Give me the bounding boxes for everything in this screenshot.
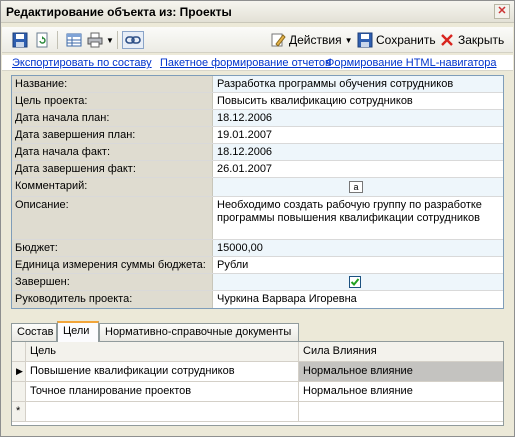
property-row[interactable]: Бюджет: 15000,00 <box>12 240 503 257</box>
property-label: Цель проекта: <box>12 93 213 109</box>
link-bar: Экспортировать по составу Пакетное форми… <box>2 55 513 71</box>
html-navigator-link[interactable]: Формирование HTML-навигатора <box>326 57 496 69</box>
property-row[interactable]: Дата начала план: 18.12.2006 <box>12 110 503 127</box>
chevron-down-icon: ▼ <box>106 35 114 45</box>
window-close-button[interactable]: ✕ <box>494 4 510 19</box>
property-label: Единица измерения суммы бюджета: <box>12 257 213 273</box>
property-row[interactable]: Завершен: <box>12 274 503 291</box>
property-label: Дата завершения факт: <box>12 161 213 177</box>
chain-link-icon <box>125 32 141 48</box>
tab-goals[interactable]: Цели <box>57 321 99 342</box>
cell-impact[interactable]: Нормальное влияние <box>299 362 503 381</box>
save-label: Сохранить <box>376 33 436 47</box>
completed-checkbox[interactable] <box>349 276 361 288</box>
refresh-button[interactable] <box>34 31 50 49</box>
property-label: Дата начала факт: <box>12 144 213 160</box>
printer-icon <box>87 32 103 48</box>
property-value-budget[interactable]: 15000,00 <box>213 240 503 256</box>
property-value-fact-start[interactable]: 18.12.2006 <box>213 144 503 160</box>
chevron-down-icon: ▼ <box>344 35 353 45</box>
property-row[interactable]: Руководитель проекта: Чуркина Варвара Иг… <box>12 291 503 308</box>
property-value-plan-start[interactable]: 18.12.2006 <box>213 110 503 126</box>
actions-menu-button[interactable]: Действия ▼ <box>270 31 353 49</box>
table-row[interactable]: ▶ Повышение квалификации сотрудников Нор… <box>12 362 503 382</box>
cell-impact[interactable]: Нормальное влияние <box>299 382 503 401</box>
column-header-impact[interactable]: Сила Влияния <box>299 342 503 361</box>
memo-icon[interactable]: a <box>349 181 363 193</box>
tab-composition[interactable]: Состав <box>11 323 57 341</box>
property-label: Дата завершения план: <box>12 127 213 143</box>
floppy-icon <box>12 32 28 48</box>
property-value-completed[interactable] <box>213 274 503 290</box>
table-header: Цель Сила Влияния <box>12 342 503 362</box>
property-row[interactable]: Комментарий: a <box>12 178 503 197</box>
property-row[interactable]: Единица измерения суммы бюджета: Рубли <box>12 257 503 274</box>
property-row[interactable]: Название: Разработка программы обучения … <box>12 76 503 93</box>
link-button[interactable] <box>122 31 144 49</box>
property-label: Завершен: <box>12 274 213 290</box>
toolbar: ▼ Действия ▼ Сохранить Закрыть <box>2 27 513 53</box>
row-indicator <box>12 382 26 401</box>
floppy-icon <box>357 32 373 48</box>
property-row[interactable]: Описание: Необходимо создать рабочую гру… <box>12 197 503 240</box>
property-label: Описание: <box>12 197 213 239</box>
title-bar: Редактирование объекта из: Проекты ✕ <box>1 1 514 23</box>
new-row[interactable]: * <box>12 402 503 422</box>
property-row[interactable]: Цель проекта: Повысить квалификацию сотр… <box>12 93 503 110</box>
edit-object-window: Редактирование объекта из: Проекты ✕ ▼ Д… <box>0 0 515 437</box>
cell-impact-new[interactable] <box>299 402 503 421</box>
header-indicator <box>12 342 26 361</box>
save-button[interactable]: Сохранить <box>357 31 436 49</box>
batch-reports-link[interactable]: Пакетное формирование отчетов <box>160 57 331 69</box>
current-row-arrow-icon: ▶ <box>12 362 26 381</box>
property-row[interactable]: Дата завершения план: 19.01.2007 <box>12 127 503 144</box>
window-title: Редактирование объекта из: Проекты <box>6 5 232 19</box>
property-value-description[interactable]: Необходимо создать рабочую группу по раз… <box>213 197 503 239</box>
property-row[interactable]: Дата завершения факт: 26.01.2007 <box>12 161 503 178</box>
table-icon <box>66 32 82 48</box>
property-value-name[interactable]: Разработка программы обучения сотруднико… <box>213 76 503 92</box>
property-value-comment[interactable]: a <box>213 178 503 196</box>
pencil-edit-icon <box>270 32 286 48</box>
cell-goal[interactable]: Точное планирование проектов <box>26 382 299 401</box>
property-label: Комментарий: <box>12 178 213 196</box>
close-label: Закрыть <box>458 33 505 47</box>
refresh-document-icon <box>34 32 50 48</box>
goals-table: Цель Сила Влияния ▶ Повышение квалификац… <box>11 341 504 426</box>
property-label: Бюджет: <box>12 240 213 256</box>
tab-reference-documents[interactable]: Нормативно-справочные документы <box>99 323 299 341</box>
save-icon-button[interactable] <box>12 31 28 49</box>
property-value-manager[interactable]: Чуркина Варвара Игоревна <box>213 291 503 308</box>
close-button[interactable]: Закрыть <box>439 31 504 49</box>
property-label: Руководитель проекта: <box>12 291 213 308</box>
cell-goal-new[interactable] <box>26 402 299 421</box>
property-value-fact-end[interactable]: 26.01.2007 <box>213 161 503 177</box>
property-value-goal[interactable]: Повысить квалификацию сотрудников <box>213 93 503 109</box>
table-row[interactable]: Точное планирование проектов Нормальное … <box>12 382 503 402</box>
property-label: Название: <box>12 76 213 92</box>
export-by-composition-link[interactable]: Экспортировать по составу <box>12 57 152 69</box>
property-value-plan-end[interactable]: 19.01.2007 <box>213 127 503 143</box>
actions-label: Действия <box>289 33 342 47</box>
red-x-icon <box>439 32 455 48</box>
print-button[interactable]: ▼ <box>87 31 114 49</box>
table-view-button[interactable] <box>66 31 82 49</box>
tab-strip: Состав Цели Нормативно-справочные докуме… <box>11 321 504 342</box>
cell-goal[interactable]: Повышение квалификации сотрудников <box>26 362 299 381</box>
property-label: Дата начала план: <box>12 110 213 126</box>
check-icon <box>350 278 360 286</box>
property-row[interactable]: Дата начала факт: 18.12.2006 <box>12 144 503 161</box>
column-header-goal[interactable]: Цель <box>26 342 299 361</box>
property-value-budget-unit[interactable]: Рубли <box>213 257 503 273</box>
new-row-marker: * <box>12 402 26 421</box>
property-grid: Название: Разработка программы обучения … <box>11 75 504 309</box>
